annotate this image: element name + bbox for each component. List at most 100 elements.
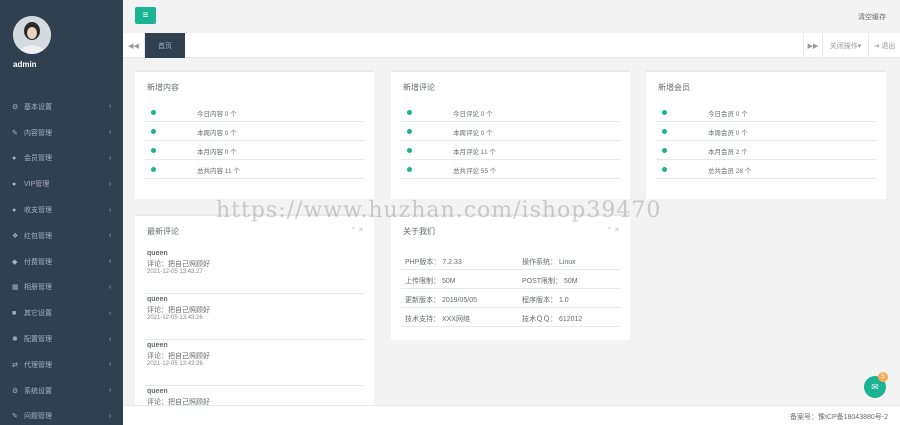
dot-icon (151, 129, 156, 134)
hamburger-icon: ≡ (142, 10, 149, 21)
sidebar-item-label: 会员管理 (24, 155, 52, 163)
chevron-left-icon: ‹ (109, 258, 112, 266)
sidebar-item-label: 基本设置 (24, 103, 52, 111)
stat-text: 本月评论 11 个 (453, 149, 496, 156)
dot-icon (407, 110, 412, 115)
comment-time: 2021-12-05 13:43:26 (147, 361, 203, 367)
tab-scroll-left-button[interactable]: ◀◀ (123, 33, 145, 58)
new-members-card: 新增会员 今日会员 0 个 本周会员 0 个 本月会员 2 个 总共会员 28 … (646, 70, 886, 199)
collapse-icon[interactable]: ⌃ (606, 227, 612, 234)
stat-row: 今日评论 0 个 (401, 103, 620, 122)
sidebar-item-questions[interactable]: ✎ 问题管理 ‹ (0, 404, 123, 425)
chevron-left-icon: ‹ (109, 361, 112, 369)
logout-label: 退出 (881, 42, 896, 50)
sidebar-item-albums[interactable]: ▦ 相册管理 ‹ (0, 275, 123, 301)
dot-icon (662, 148, 667, 153)
sidebar-item-agents[interactable]: ⇄ 代理管理 ‹ (0, 352, 123, 378)
chevron-left-icon: ‹ (109, 412, 112, 420)
sidebar-item-vip[interactable]: ● VIP管理 ‹ (0, 171, 123, 197)
new-content-card: 新增内容 今日内容 0 个 本周内容 0 个 本月内容 0 个 总共内容 11 … (135, 70, 374, 199)
dot-icon (662, 129, 667, 134)
signout-icon: ⇥ (873, 42, 882, 50)
sidebar-item-label: 其它设置 (24, 310, 52, 318)
menu-toggle-button[interactable]: ≡ (135, 7, 156, 24)
exchange-icon: ⇄ (12, 361, 18, 369)
latest-comments-card: 最新评论 ⌃ ✕ queen 评论：把自己照顾好 2021-12-05 13:4… (135, 214, 374, 405)
comment-user: queen (147, 250, 168, 257)
dot-icon (407, 167, 412, 172)
close-icon[interactable]: ✕ (358, 227, 364, 234)
sidebar-item-red-packets[interactable]: ❖ 红包管理 ‹ (0, 223, 123, 249)
sidebar-nav: ⚙ 基本设置 ‹ ✎ 内容管理 ‹ ● 会员管理 ‹ ● VIP管理 ‹ ● 收… (0, 94, 123, 425)
comment-text: 评论：把自己照顾好 (147, 261, 210, 268)
chevron-left-icon: ‹ (109, 283, 112, 291)
dot-icon (407, 129, 412, 134)
sidebar-item-label: 配置管理 (24, 336, 52, 344)
about-right: 技术ＱＱ： 612012 (522, 316, 583, 323)
close-icon[interactable]: ✕ (614, 227, 620, 234)
card-title: 新增会员 (658, 83, 690, 92)
stat-text: 本周评论 0 个 (453, 130, 493, 137)
grid-icon: ▦ (12, 284, 19, 292)
sidebar-item-label: 内容管理 (24, 129, 52, 137)
user-icon: ● (12, 154, 17, 162)
about-right: 程序版本： 1.0 (522, 297, 569, 304)
sidebar-item-finance[interactable]: ● 收支管理 ‹ (0, 197, 123, 223)
sidebar-item-other-settings[interactable]: ■ 其它设置 ‹ (0, 300, 123, 326)
close-operations-dropdown[interactable]: 关闭操作▾ (823, 33, 868, 58)
tab-bar: ◀◀ 首页 ▶▶ 关闭操作▾ ⇥ 退出 (123, 33, 900, 58)
stat-text: 本月内容 0 个 (197, 149, 237, 156)
sidebar-item-content[interactable]: ✎ 内容管理 ‹ (0, 120, 123, 146)
stat-row: 总共评论 55 个 (401, 160, 620, 179)
comment-item: queen 评论：把自己照顾好 2021-12-05 13:43:26 (145, 340, 364, 386)
stat-row: 本月会员 2 个 (656, 141, 876, 160)
sidebar-item-system[interactable]: ⚙ 系统设置 ‹ (0, 378, 123, 404)
comment-time: 2021-12-05 13:43:26 (147, 315, 203, 321)
tab-scroll-right-button[interactable]: ▶▶ (803, 33, 823, 58)
card-title: 新增内容 (147, 83, 179, 92)
top-bar: ≡ 清空缓存 (123, 0, 900, 33)
about-left: 上传限制： 50M (405, 278, 456, 285)
chevron-left-icon: ‹ (109, 154, 112, 162)
sidebar-item-label: 系统设置 (24, 387, 52, 395)
sidebar-item-members[interactable]: ● 会员管理 ‹ (0, 146, 123, 172)
chevron-left-icon: ‹ (109, 309, 112, 317)
stat-text: 本周内容 0 个 (197, 130, 237, 137)
about-right: 操作系统： Linux (522, 259, 576, 266)
clear-cache-link[interactable]: 清空缓存 (858, 12, 886, 22)
sidebar-item-config[interactable]: ✱ 配置管理 ‹ (0, 326, 123, 352)
avatar[interactable] (13, 16, 51, 54)
sidebar-item-label: 相册管理 (24, 284, 52, 292)
collapse-icon[interactable]: ⌃ (350, 227, 356, 234)
sidebar-item-paid[interactable]: ◆ 付费管理 ‹ (0, 249, 123, 275)
stat-row: 今日会员 0 个 (656, 103, 876, 122)
chevron-left-icon: ‹ (109, 180, 112, 188)
comment-text: 评论：把自己照顾好 (147, 307, 210, 314)
icp-record[interactable]: 备案号：豫ICP备18043880号-2 (790, 412, 888, 422)
about-left: 技术支持： XXX网络 (405, 316, 470, 323)
double-chevron-right-icon: ▶▶ (807, 42, 819, 50)
stat-row: 今日内容 0 个 (145, 103, 364, 122)
comment-item: queen 评论：把自己照顾好 2021-12-05 13:43:26 (145, 294, 364, 340)
stat-text: 今日会员 0 个 (708, 111, 748, 118)
sidebar-item-label: 代理管理 (24, 361, 52, 369)
sidebar-item-basic-settings[interactable]: ⚙ 基本设置 ‹ (0, 94, 123, 120)
chevron-left-icon: ‹ (109, 206, 112, 214)
card-title: 关于我们 (403, 227, 435, 236)
tab-home[interactable]: 首页 (145, 33, 185, 58)
cart-icon: ◆ (12, 258, 18, 266)
about-row: 更新版本： 2019/05/05 程序版本： 1.0 (401, 289, 620, 308)
stat-text: 本周会员 0 个 (708, 130, 748, 137)
sidebar: admin ⚙ 基本设置 ‹ ✎ 内容管理 ‹ ● 会员管理 ‹ ● VIP管理… (0, 0, 123, 425)
chevron-left-icon: ‹ (109, 103, 112, 111)
stat-row: 本周评论 0 个 (401, 122, 620, 141)
stat-row: 本周会员 0 个 (656, 122, 876, 141)
dot-icon (151, 148, 156, 153)
chat-icon: ✉ (871, 381, 879, 392)
about-row: 上传限制： 50M POST限制： 50M (401, 270, 620, 289)
about-card: 关于我们 ⌃ ✕ PHP版本： 7.2.33 操作系统： Linux 上传限制：… (391, 214, 630, 340)
comment-item: queen 评论：把自己照顾好 (145, 386, 364, 405)
logout-button[interactable]: ⇥ 退出 (868, 33, 900, 58)
sidebar-item-label: 问题管理 (24, 413, 52, 421)
stat-text: 本月会员 2 个 (708, 149, 748, 156)
